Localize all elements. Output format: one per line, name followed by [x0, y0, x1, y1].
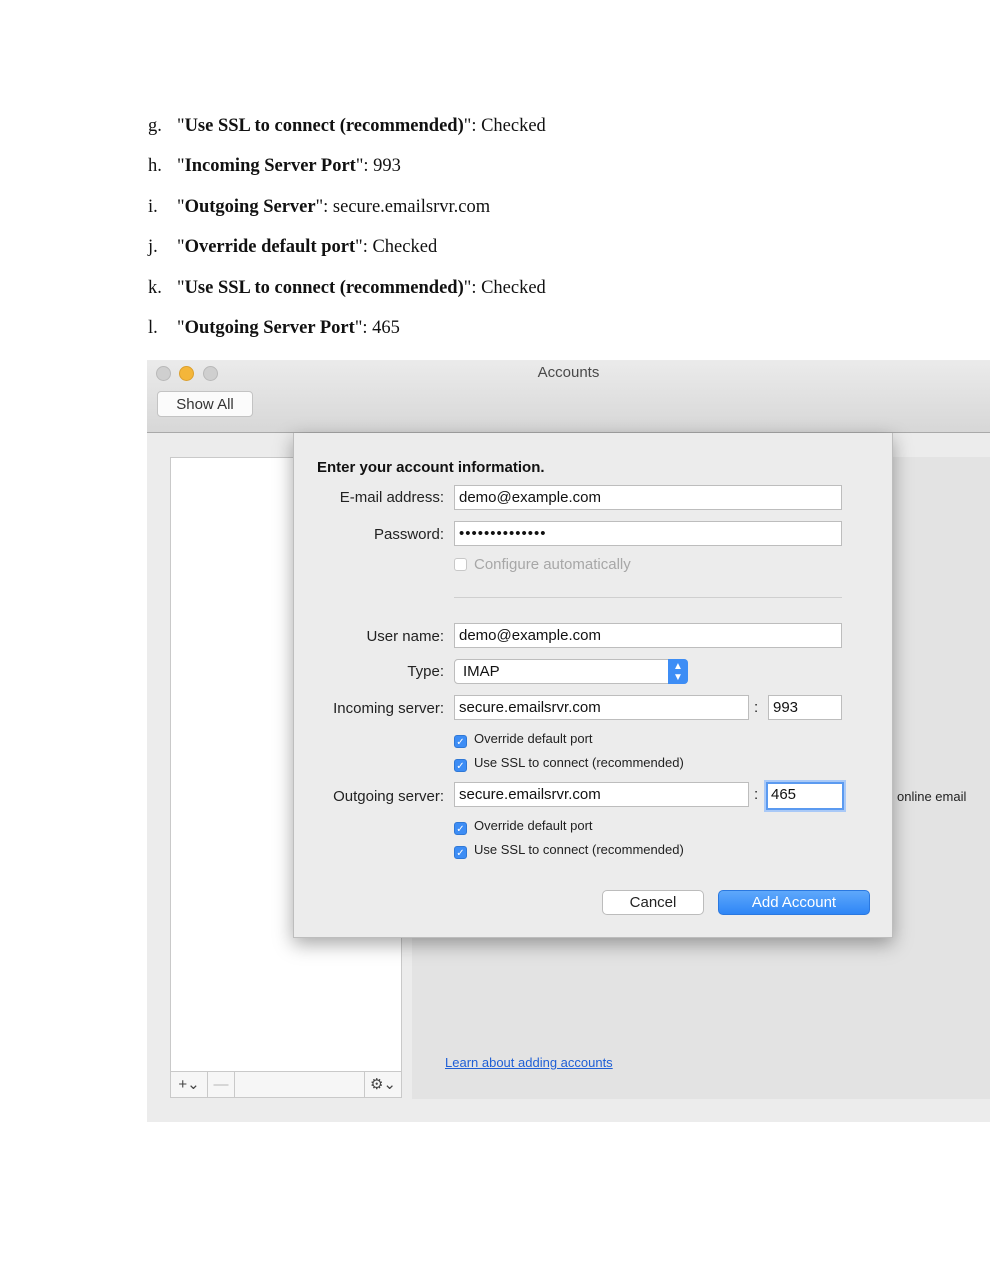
- list-marker: i.: [148, 197, 158, 217]
- password-field[interactable]: ••••••••••••••: [454, 521, 842, 546]
- quote: ": [177, 278, 185, 298]
- incoming-use-ssl-checkbox[interactable]: ✓ Use SSL to connect (recommended): [454, 755, 684, 772]
- list-marker: g.: [148, 116, 162, 136]
- email-field[interactable]: demo@example.com: [454, 485, 842, 510]
- username-label: User name:: [366, 628, 444, 645]
- incoming-port-field[interactable]: 993: [768, 695, 842, 720]
- checkmark-icon: ✓: [454, 759, 467, 772]
- quote: ": [177, 116, 185, 136]
- outgoing-override-port-checkbox[interactable]: ✓ Override default port: [454, 818, 593, 835]
- type-label: Type:: [407, 663, 444, 680]
- quote: ": [177, 237, 185, 257]
- incoming-server-field[interactable]: secure.emailsrvr.com: [454, 695, 749, 720]
- sheet-heading: Enter your account information.: [317, 459, 545, 476]
- checkbox-label: Configure automatically: [474, 556, 631, 573]
- chevron-up-down-icon: ▲ ▼: [668, 659, 688, 684]
- learn-about-accounts-link[interactable]: Learn about adding accounts: [445, 1055, 613, 1070]
- window-title: Accounts: [537, 364, 600, 381]
- account-list-toolbar: +⌄ — ⚙⌄: [170, 1071, 402, 1098]
- password-label: Password:: [373, 526, 444, 543]
- divider: [454, 597, 842, 598]
- show-all-button[interactable]: Show All: [157, 391, 253, 417]
- outgoing-server-label: Outgoing server:: [333, 788, 444, 805]
- checkbox-label: Override default port: [474, 818, 593, 833]
- title-bar: Accounts Show All: [147, 360, 990, 433]
- checkbox-box: [454, 558, 467, 571]
- window-body: +⌄ — ⚙⌄ online email Learn about adding …: [147, 433, 990, 1122]
- quote: ": [177, 318, 185, 338]
- username-field[interactable]: demo@example.com: [454, 623, 842, 648]
- quote: ": [177, 197, 185, 217]
- setting-name: Outgoing Server: [184, 197, 316, 217]
- quote: ": [355, 237, 363, 257]
- configure-automatically-checkbox[interactable]: Configure automatically: [454, 556, 631, 573]
- type-select[interactable]: IMAP ▲ ▼: [454, 659, 688, 684]
- checkbox-label: Override default port: [474, 731, 593, 746]
- setting-value: : 465: [362, 318, 400, 338]
- remove-account-button[interactable]: —: [208, 1072, 235, 1097]
- port-separator: :: [754, 786, 759, 803]
- setting-name: Override default port: [184, 237, 356, 257]
- type-select-value: IMAP: [463, 663, 500, 680]
- checkbox-label: Use SSL to connect (recommended): [474, 755, 684, 770]
- setting-value: : secure.emailsrvr.com: [323, 197, 491, 217]
- list-marker: k.: [148, 278, 162, 298]
- add-account-menu-button[interactable]: +⌄: [171, 1072, 208, 1097]
- port-separator: :: [754, 699, 759, 716]
- setting-name: Use SSL to connect (recommended): [184, 278, 464, 298]
- setting-value: : Checked: [362, 237, 438, 257]
- checkmark-icon: ✓: [454, 846, 467, 859]
- list-marker: h.: [148, 156, 162, 176]
- accounts-window: Accounts Show All +⌄ — ⚙⌄ online email L…: [147, 360, 990, 1122]
- setting-name: Incoming Server Port: [184, 156, 356, 176]
- checkbox-label: Use SSL to connect (recommended): [474, 842, 684, 857]
- email-label: E-mail address:: [339, 489, 444, 506]
- checkmark-icon: ✓: [454, 822, 467, 835]
- checkmark-icon: ✓: [454, 735, 467, 748]
- setting-value: : Checked: [471, 278, 546, 298]
- setting-name: Use SSL to connect (recommended): [184, 116, 464, 136]
- setting-name: Outgoing Server Port: [184, 318, 355, 338]
- account-info-sheet: Enter your account information. E-mail a…: [293, 433, 893, 938]
- incoming-override-port-checkbox[interactable]: ✓ Override default port: [454, 731, 593, 748]
- outgoing-port-field[interactable]: 465: [766, 782, 844, 810]
- setting-value: : 993: [363, 156, 401, 176]
- list-marker: l.: [148, 318, 158, 338]
- add-account-button[interactable]: Add Account: [718, 890, 870, 915]
- setting-value: : Checked: [471, 116, 546, 136]
- quote: ": [177, 156, 185, 176]
- incoming-server-label: Incoming server:: [333, 700, 444, 717]
- outgoing-use-ssl-checkbox[interactable]: ✓ Use SSL to connect (recommended): [454, 842, 684, 859]
- gear-icon[interactable]: ⚙⌄: [364, 1072, 401, 1097]
- list-marker: j.: [148, 237, 158, 257]
- cancel-button[interactable]: Cancel: [602, 890, 704, 915]
- outgoing-server-field[interactable]: secure.emailsrvr.com: [454, 782, 749, 807]
- online-email-text: online email: [897, 789, 967, 804]
